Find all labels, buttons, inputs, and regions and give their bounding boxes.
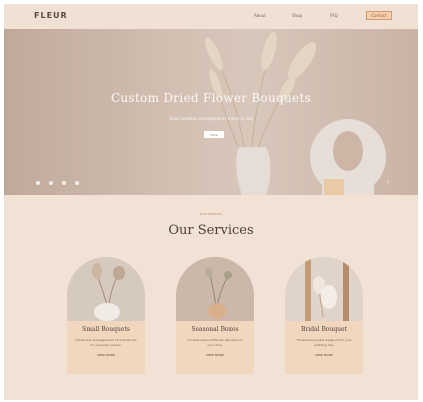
nav-link-about[interactable]: About <box>254 13 292 18</box>
service-card-small-bouquets[interactable]: Small Bouquets Handmade arrangements of … <box>67 257 145 374</box>
card-view-more-link[interactable]: VIEW MORE <box>176 353 254 357</box>
contact-button[interactable]: Contact <box>366 11 392 20</box>
slider-dot[interactable] <box>62 181 66 185</box>
nav-link-faq[interactable]: FAQ <box>330 13 368 18</box>
hero-title: Custom Dried Flower Bouquets <box>110 91 312 105</box>
card-view-more-link[interactable]: VIEW MORE <box>285 353 363 357</box>
section-eyebrow: OUR SERVICES <box>199 212 223 216</box>
page: FLEUR About Shop FAQ Contact Custom Drie… <box>4 4 418 400</box>
top-nav: FLEUR About Shop FAQ Contact <box>4 4 418 29</box>
hero-image <box>205 31 386 195</box>
hero-banner: Custom Dried Flower Bouquets Shop timele… <box>4 29 418 195</box>
next-arrow-icon[interactable]: › <box>387 179 389 186</box>
nav-links: About Shop FAQ <box>254 13 368 18</box>
card-title: Small Bouquets <box>82 326 130 333</box>
nav-link-shop[interactable]: Shop <box>292 13 330 18</box>
section-title: Our Services <box>168 223 254 238</box>
card-text: Handmade arrangements of dried florals f… <box>75 338 137 347</box>
card-image <box>285 257 363 321</box>
slider-dot[interactable] <box>49 181 53 185</box>
slider-dots <box>36 181 79 185</box>
card-body: Bridal Bouquet Timeless bouquets designe… <box>285 321 363 374</box>
card-title: Seasonal Boxes <box>191 326 239 333</box>
card-image <box>176 257 254 321</box>
logo[interactable]: FLEUR <box>34 11 68 20</box>
card-title: Bridal Bouquet <box>301 326 347 333</box>
hero-shop-button[interactable]: Shop <box>204 131 224 138</box>
slider-dot[interactable] <box>36 181 40 185</box>
card-view-more-link[interactable]: VIEW MORE <box>67 353 145 357</box>
card-text: Curated seasonal florals delivered to yo… <box>187 338 243 347</box>
service-card-bridal-bouquet[interactable]: Bridal Bouquet Timeless bouquets designe… <box>285 257 363 374</box>
card-text: Timeless bouquets designed for your wedd… <box>296 338 352 347</box>
service-card-seasonal-boxes[interactable]: Seasonal Boxes Curated seasonal florals … <box>176 257 254 374</box>
card-body: Seasonal Boxes Curated seasonal florals … <box>176 321 254 374</box>
hero-subtitle: Shop timeless arrangements made to last <box>169 116 253 121</box>
card-image <box>67 257 145 321</box>
slider-dot[interactable] <box>75 181 79 185</box>
card-body: Small Bouquets Handmade arrangements of … <box>67 321 145 374</box>
